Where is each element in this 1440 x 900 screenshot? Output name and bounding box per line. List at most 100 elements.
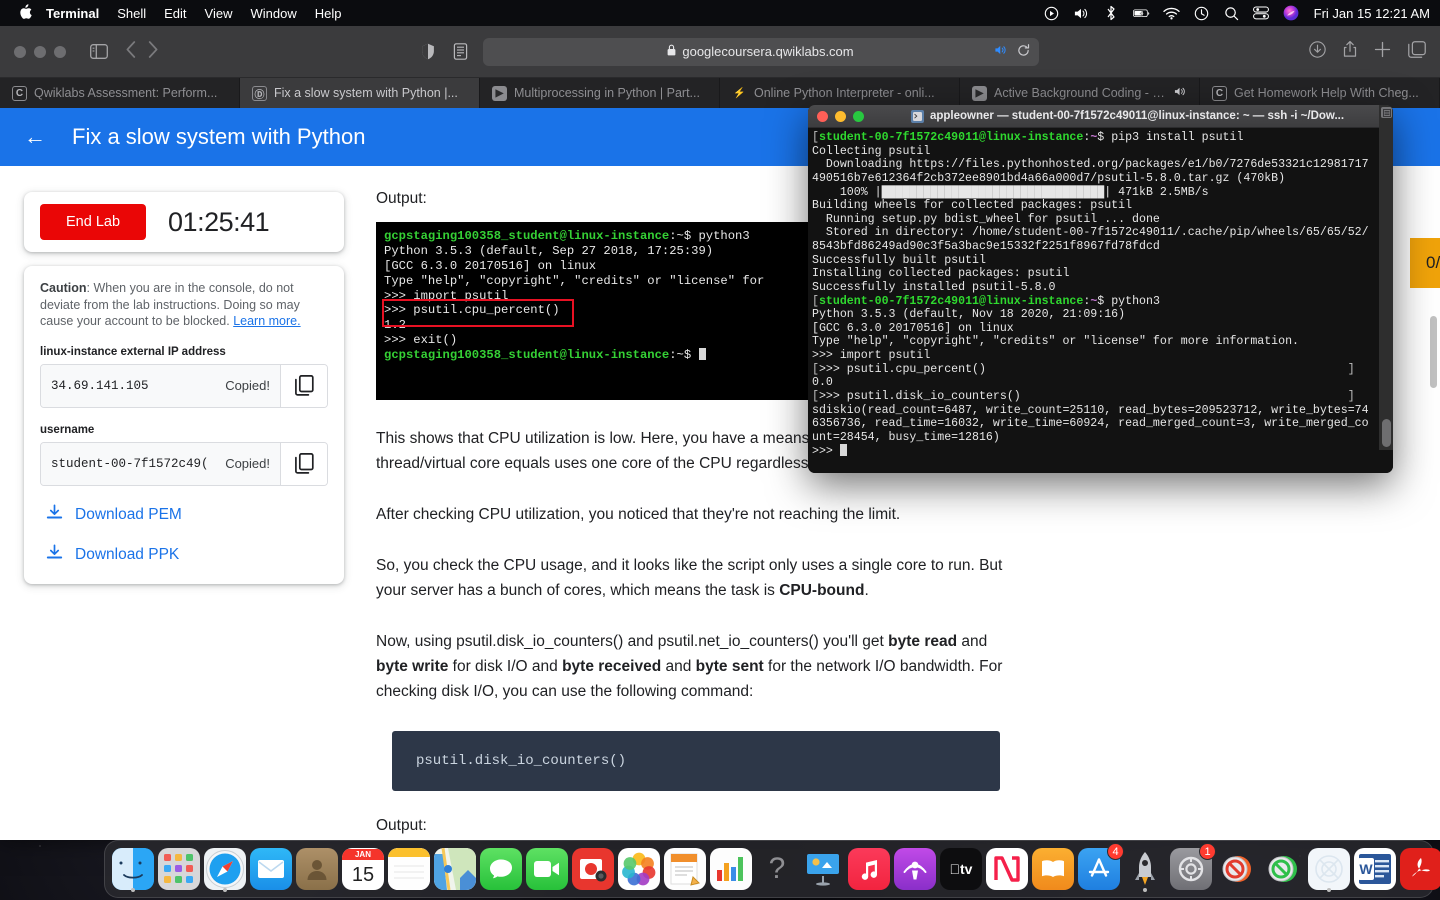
shield-icon[interactable]	[417, 43, 439, 60]
dock-item-appletv[interactable]: tv	[939, 845, 983, 893]
end-lab-button[interactable]: End Lab	[40, 204, 147, 240]
dock-item-books[interactable]	[1031, 845, 1075, 893]
terminal-line: 0.0	[812, 376, 833, 390]
dock-item-system-preferences[interactable]: 1	[1169, 843, 1216, 893]
bluetooth-icon[interactable]	[1103, 5, 1120, 22]
dock-item-keynote[interactable]	[801, 845, 845, 893]
spotlight-search-icon[interactable]	[1223, 5, 1240, 22]
download-pem-row[interactable]: Download PEM	[40, 503, 328, 526]
p4-e: for disk I/O and	[448, 658, 563, 676]
menu-edit[interactable]: Edit	[164, 6, 186, 21]
dock-item-blocked-orange[interactable]	[1215, 845, 1259, 893]
browser-tab-3[interactable]: ⚡ Online Python Interpreter - onli...	[720, 78, 960, 108]
terminal-scroll-menu-icon[interactable]	[1381, 107, 1392, 118]
quicktime-play-icon[interactable]	[1043, 5, 1060, 22]
audio-mute-icon[interactable]	[994, 44, 1008, 59]
dock-item-numbers[interactable]	[709, 845, 753, 893]
menu-window[interactable]: Window	[251, 6, 297, 21]
terminal-scrollbar-thumb[interactable]	[1382, 419, 1391, 447]
dock-item-photobooth[interactable]	[571, 845, 615, 893]
dock-item-help[interactable]: ?	[755, 845, 799, 893]
dock-item-podcasts[interactable]	[893, 845, 937, 893]
dock-item-launchpad[interactable]	[157, 845, 201, 893]
dock-item-photos[interactable]	[617, 845, 661, 893]
terminal-cursor	[839, 444, 847, 457]
paragraph-2: After checking CPU utilization, you noti…	[376, 505, 901, 523]
dock-item-notes[interactable]	[387, 845, 431, 893]
dock-item-facetime[interactable]	[525, 845, 569, 893]
address-bar[interactable]: googlecoursera.qwiklabs.com	[482, 37, 1039, 66]
ip-address-value: 34.69.141.105	[51, 378, 149, 393]
terminal-close-button[interactable]	[817, 110, 828, 122]
browser-tab-4[interactable]: ▶ Active Background Coding - U...	[960, 78, 1200, 108]
dock-item-xquartz[interactable]	[1307, 845, 1351, 893]
browser-tab-2[interactable]: ▶ Multiprocessing in Python | Part...	[480, 78, 720, 108]
page-scrollbar[interactable]	[1429, 166, 1438, 840]
download-ppk-row[interactable]: Download PPK	[40, 543, 328, 566]
menubar-clock[interactable]: Fri Jan 15 12:21 AM	[1314, 6, 1430, 21]
close-window-button[interactable]	[14, 45, 26, 58]
menu-terminal[interactable]: Terminal	[46, 6, 99, 21]
copy-ip-button[interactable]	[280, 364, 327, 407]
terminal-cursor	[698, 348, 706, 360]
dock-item-app-store[interactable]: 4	[1077, 843, 1124, 893]
reader-icon[interactable]	[449, 43, 473, 60]
browser-tab-0[interactable]: C Qwiklabs Assessment: Perform...	[0, 78, 240, 108]
forward-icon[interactable]	[148, 40, 158, 63]
copy-username-button[interactable]	[280, 442, 327, 485]
battery-charging-icon[interactable]	[1132, 5, 1150, 22]
dock-item-acrobat[interactable]	[1399, 845, 1440, 893]
terminal-line: Downloading https://files.pythonhosted.o…	[812, 158, 1369, 172]
page-scrollbar-thumb[interactable]	[1430, 316, 1437, 388]
tab-overview-icon[interactable]	[1408, 40, 1426, 63]
control-center-icon[interactable]	[1253, 5, 1270, 22]
dock-item-contacts[interactable]	[295, 845, 339, 893]
apple-menu-icon[interactable]	[18, 3, 32, 23]
terminal-scrollbar[interactable]	[1379, 105, 1393, 450]
new-tab-icon[interactable]	[1374, 41, 1391, 63]
contacts-icon	[296, 848, 338, 890]
prohibited-green-icon	[1262, 848, 1304, 890]
dock-item-maps[interactable]	[433, 845, 477, 893]
dock-item-finder[interactable]	[111, 845, 155, 893]
window-traffic-lights[interactable]	[14, 45, 66, 58]
menu-help[interactable]: Help	[315, 6, 342, 21]
dock-item-pages[interactable]	[663, 845, 707, 893]
terminal-line: [student-00-7f1572c49011@linux-instance:…	[812, 131, 1244, 144]
share-icon[interactable]	[1343, 40, 1357, 63]
terminal-output[interactable]: [student-00-7f1572c49011@linux-instance:…	[808, 128, 1393, 473]
menu-view[interactable]: View	[205, 6, 233, 21]
terminal-zoom-button[interactable]	[853, 110, 864, 122]
zoom-window-button[interactable]	[54, 45, 66, 58]
dock-item-safari[interactable]	[203, 845, 247, 893]
dock-item-word[interactable]: W	[1353, 845, 1397, 893]
tab-audio-icon[interactable]	[1174, 86, 1187, 100]
reload-icon[interactable]	[1017, 43, 1030, 60]
dock-item-news[interactable]	[985, 845, 1029, 893]
dock-item-calendar[interactable]: JAN 15	[341, 845, 385, 893]
downloads-icon[interactable]	[1309, 40, 1326, 63]
dock-item-mail[interactable]	[249, 845, 293, 893]
terminal-line: Successfully installed psutil-5.8.0	[812, 280, 1056, 294]
terminal-minimize-button[interactable]	[835, 110, 846, 122]
chegg-c-icon: C	[12, 85, 27, 101]
time-machine-icon[interactable]	[1193, 5, 1210, 22]
dock-item-music[interactable]	[847, 845, 891, 893]
volume-icon[interactable]	[1073, 5, 1090, 22]
browser-tab-1[interactable]: Ⓓ Fix a slow system with Python |...	[240, 78, 480, 108]
wifi-icon[interactable]	[1162, 5, 1180, 22]
terminal-titlebar[interactable]: appleowner — student-00-7f1572c49011@lin…	[808, 105, 1393, 128]
learn-more-link[interactable]: Learn more.	[233, 314, 300, 328]
dock-item-pycharm[interactable]	[1123, 845, 1167, 893]
dock-item-blocked-green[interactable]	[1261, 845, 1305, 893]
browser-tab-5[interactable]: C Get Homework Help With Cheg...	[1200, 78, 1440, 108]
back-arrow-icon[interactable]: ←	[24, 126, 46, 148]
menu-shell[interactable]: Shell	[117, 6, 146, 21]
siri-icon[interactable]	[1283, 5, 1300, 22]
sidebar-icon[interactable]	[86, 39, 112, 65]
terminal-line: >>> import psutil	[812, 349, 931, 362]
back-icon[interactable]	[126, 40, 136, 63]
terminal-window[interactable]: appleowner — student-00-7f1572c49011@lin…	[808, 105, 1393, 473]
minimize-window-button[interactable]	[34, 45, 46, 58]
dock-item-messages[interactable]	[479, 845, 523, 893]
